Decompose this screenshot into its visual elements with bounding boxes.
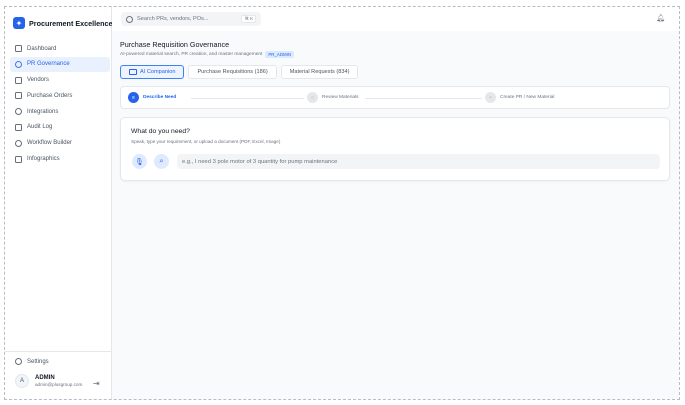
sidebar: ✦ Procurement Excellence Dashboard PR Go… bbox=[5, 7, 123, 399]
step-create-pr[interactable]: ▫ Create PR / New Material bbox=[485, 92, 554, 103]
step-progress: ≡ Describe Need ◌ Review Materials ▫ Cre… bbox=[120, 86, 670, 109]
tab-label: AI Companion bbox=[140, 69, 176, 75]
page-title: Purchase Requisition Governance bbox=[120, 40, 230, 49]
sidebar-item-label: Dashboard bbox=[27, 45, 57, 52]
tab-material-requests[interactable]: Material Requests (834) bbox=[280, 65, 359, 79]
sidebar-item-dashboard[interactable]: Dashboard bbox=[10, 41, 110, 56]
clipboard-icon bbox=[15, 123, 22, 131]
sidebar-item-settings[interactable]: Settings bbox=[15, 358, 49, 365]
sidebar-item-pr-governance[interactable]: PR Governance bbox=[10, 56, 110, 72]
sidebar-item-label: Audit Log bbox=[27, 124, 53, 131]
need-input[interactable] bbox=[177, 154, 660, 169]
avatar: A bbox=[15, 374, 29, 388]
file-plus-icon: ▫ bbox=[485, 92, 496, 103]
logout-icon[interactable]: ⇥ bbox=[93, 379, 100, 388]
shield-icon bbox=[15, 60, 22, 68]
settings-label: Settings bbox=[27, 358, 49, 365]
users-icon bbox=[15, 76, 22, 84]
step-label: Describe Need bbox=[143, 95, 177, 100]
page-subtitle-row: AI-powered material search, PR creation,… bbox=[120, 51, 295, 58]
sidebar-item-purchase-orders[interactable]: Purchase Orders bbox=[10, 88, 110, 103]
dashboard-icon bbox=[15, 45, 22, 52]
sidebar-item-label: PR Governance bbox=[27, 61, 70, 68]
sidebar-item-infographics[interactable]: Infographics bbox=[10, 152, 110, 167]
sidebar-nav: Dashboard PR Governance Vendors Purchase… bbox=[10, 41, 110, 167]
workflow-icon bbox=[15, 139, 22, 147]
top-bar: ⌘ K 🔔︎ bbox=[112, 7, 679, 32]
tab-ai-companion[interactable]: AI Companion bbox=[120, 65, 185, 79]
brand[interactable]: ✦ Procurement Excellence bbox=[13, 17, 123, 29]
user-profile[interactable]: A ADMIN admin@plusgroup.com bbox=[15, 374, 82, 388]
sidebar-item-workflow-builder[interactable]: Workflow Builder bbox=[10, 136, 110, 151]
sidebar-item-audit-log[interactable]: Audit Log bbox=[10, 120, 110, 135]
cart-icon bbox=[15, 92, 22, 100]
document-icon: ≡ bbox=[128, 92, 139, 103]
microphone-icon: 🎙︎ bbox=[135, 158, 144, 166]
step-connector bbox=[365, 97, 482, 99]
sidebar-item-label: Infographics bbox=[27, 156, 60, 163]
chart-icon bbox=[15, 155, 22, 163]
brand-logo-icon: ✦ bbox=[13, 17, 25, 29]
sidebar-item-integrations[interactable]: Integrations bbox=[10, 104, 110, 119]
sidebar-item-label: Vendors bbox=[27, 77, 50, 84]
card-subtitle: Speak, type your requirement, or upload … bbox=[131, 139, 281, 144]
paperclip-icon: ⌕ bbox=[159, 157, 164, 165]
attach-button[interactable]: ⌕ bbox=[154, 154, 169, 169]
search-icon: ◌ bbox=[307, 92, 318, 103]
user-name: ADMIN bbox=[35, 375, 55, 381]
step-label: Create PR / New Material bbox=[500, 95, 555, 100]
search-icon bbox=[126, 15, 133, 23]
step-connector bbox=[191, 97, 304, 99]
search-shortcut: ⌘ K bbox=[241, 15, 256, 23]
tab-bar: AI Companion Purchase Requisitions (186)… bbox=[120, 65, 359, 79]
microphone-button[interactable]: 🎙︎ bbox=[132, 154, 147, 169]
sidebar-item-label: Purchase Orders bbox=[27, 92, 73, 99]
step-review-materials[interactable]: ◌ Review Materials bbox=[307, 92, 359, 103]
need-input-card: What do you need? Speak, type your requi… bbox=[120, 117, 670, 181]
tab-purchase-requisitions[interactable]: Purchase Requisitions (186) bbox=[188, 65, 277, 79]
search-input[interactable] bbox=[137, 16, 237, 22]
app-title: Procurement Excellence bbox=[29, 18, 113, 28]
sidebar-item-label: Integrations bbox=[27, 108, 59, 115]
search-box[interactable]: ⌘ K bbox=[121, 12, 261, 26]
link-icon bbox=[15, 108, 22, 116]
page-subtitle: AI-powered material search, PR creation,… bbox=[120, 52, 263, 57]
main-content: Purchase Requisition Governance AI-power… bbox=[112, 31, 679, 399]
bot-icon bbox=[129, 69, 137, 75]
step-describe-need[interactable]: ≡ Describe Need bbox=[128, 92, 176, 103]
tab-label: Material Requests (834) bbox=[289, 69, 350, 75]
user-email: admin@plusgroup.com bbox=[35, 382, 83, 387]
tab-label: Purchase Requisitions (186) bbox=[197, 69, 268, 75]
step-label: Review Materials bbox=[322, 95, 359, 100]
sidebar-footer: Settings A ADMIN admin@plusgroup.com ⇥ bbox=[5, 351, 111, 388]
gear-icon bbox=[15, 358, 22, 365]
role-badge: PR_ADMIN bbox=[265, 51, 295, 58]
card-title: What do you need? bbox=[131, 128, 190, 135]
sidebar-item-vendors[interactable]: Vendors bbox=[10, 73, 110, 88]
sidebar-item-label: Workflow Builder bbox=[27, 140, 72, 147]
bell-icon[interactable]: 🔔︎ bbox=[656, 14, 665, 22]
